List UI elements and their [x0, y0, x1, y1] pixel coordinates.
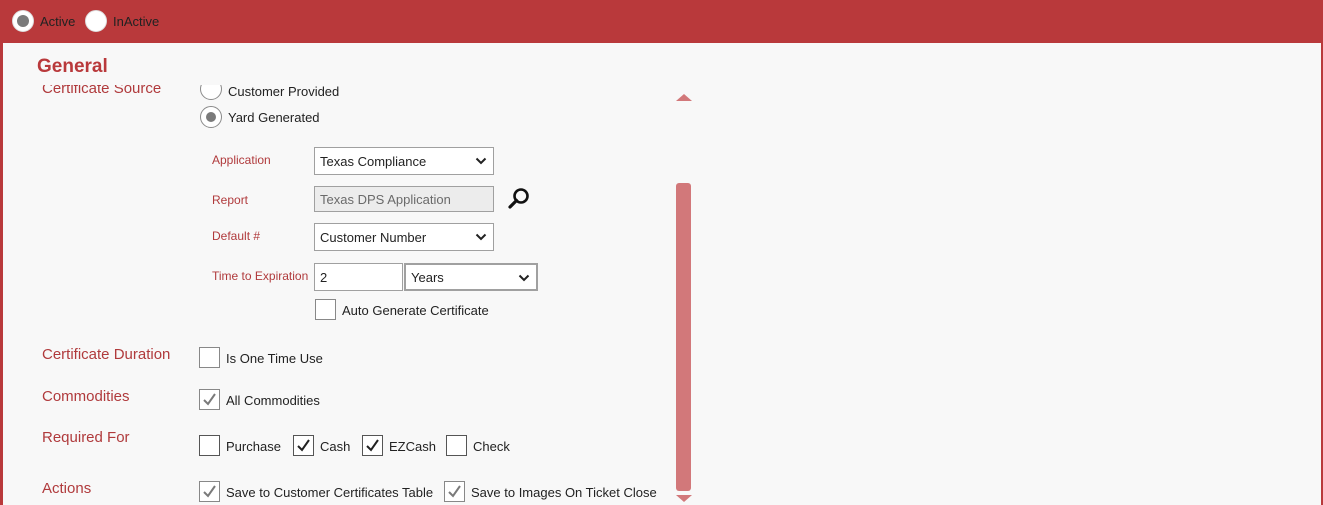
application-select[interactable]: Texas Compliance — [314, 147, 494, 175]
expiration-label: Time to Expiration — [212, 269, 309, 283]
purchase-checkbox[interactable] — [199, 435, 220, 456]
checkmark-icon — [297, 439, 310, 452]
section-title: General — [37, 56, 108, 77]
ezcash-checkbox[interactable] — [362, 435, 383, 456]
expiration-unit-select[interactable]: Years — [404, 263, 538, 291]
save-customer-certificates-label: Save to Customer Certificates Table — [226, 485, 434, 500]
status-inactive-label: InActive — [113, 13, 160, 29]
status-active-option[interactable]: Active — [12, 10, 75, 32]
status-active-radio[interactable] — [12, 10, 34, 32]
save-images-checkbox[interactable] — [444, 481, 465, 502]
checkmark-icon — [203, 393, 216, 406]
status-active-label: Active — [40, 13, 76, 29]
scroll-down-arrow[interactable] — [676, 495, 692, 502]
ezcash-label: EZCash — [389, 439, 436, 454]
status-bar: Active InActive — [0, 0, 1323, 43]
scrollbar-thumb[interactable] — [676, 183, 691, 491]
application-label: Application — [212, 153, 271, 167]
expiration-value: 2 — [320, 269, 328, 285]
customer-provided-label: Customer Provided — [228, 85, 340, 99]
commodities-label: Commodities — [42, 388, 130, 405]
customer-provided-radio[interactable] — [200, 85, 222, 100]
check-checkbox[interactable] — [446, 435, 467, 456]
purchase-label: Purchase — [226, 439, 281, 454]
certificate-source-label: Certificate Source — [42, 85, 162, 97]
save-images-label: Save to Images On Ticket Close — [471, 485, 657, 500]
save-customer-certificates-checkbox[interactable] — [199, 481, 220, 502]
auto-generate-checkbox[interactable] — [315, 299, 336, 320]
cash-label: Cash — [320, 439, 351, 454]
chevron-down-icon — [475, 157, 487, 165]
cash-checkbox[interactable] — [293, 435, 314, 456]
default-number-value: Customer Number — [320, 229, 427, 245]
scroll-up-arrow[interactable] — [676, 94, 692, 101]
all-commodities-checkbox[interactable] — [199, 389, 220, 410]
checkmark-icon — [448, 485, 461, 498]
all-commodities-label: All Commodities — [226, 393, 320, 408]
check-label: Check — [473, 439, 510, 454]
expiration-value-input[interactable]: 2 — [314, 263, 403, 291]
search-icon[interactable] — [506, 186, 532, 212]
checkmark-icon — [366, 439, 379, 452]
yard-generated-radio[interactable] — [200, 106, 222, 128]
checkmark-icon — [203, 485, 216, 498]
one-time-use-label: Is One Time Use — [226, 351, 323, 366]
one-time-use-checkbox[interactable] — [199, 347, 220, 368]
general-panel: General Certificate Source Customer Prov… — [3, 43, 1321, 505]
report-field: Texas DPS Application — [314, 186, 494, 212]
form-scroll-region[interactable]: Certificate Source Customer Provided Yar… — [3, 85, 703, 505]
application-value: Texas Compliance — [320, 153, 427, 169]
report-label: Report — [212, 193, 249, 207]
actions-label: Actions — [42, 480, 92, 497]
status-inactive-option[interactable]: InActive — [85, 10, 159, 32]
chevron-down-icon — [518, 274, 530, 282]
expiration-unit-value: Years — [411, 269, 444, 285]
yard-generated-label: Yard Generated — [228, 110, 320, 125]
required-for-label: Required For — [42, 429, 130, 446]
default-number-select[interactable]: Customer Number — [314, 223, 494, 251]
report-value: Texas DPS Application — [320, 191, 451, 207]
auto-generate-label: Auto Generate Certificate — [342, 303, 489, 318]
status-inactive-radio[interactable] — [85, 10, 107, 32]
chevron-down-icon — [475, 233, 487, 241]
default-number-label: Default # — [212, 229, 261, 243]
certificate-duration-label: Certificate Duration — [42, 346, 171, 363]
